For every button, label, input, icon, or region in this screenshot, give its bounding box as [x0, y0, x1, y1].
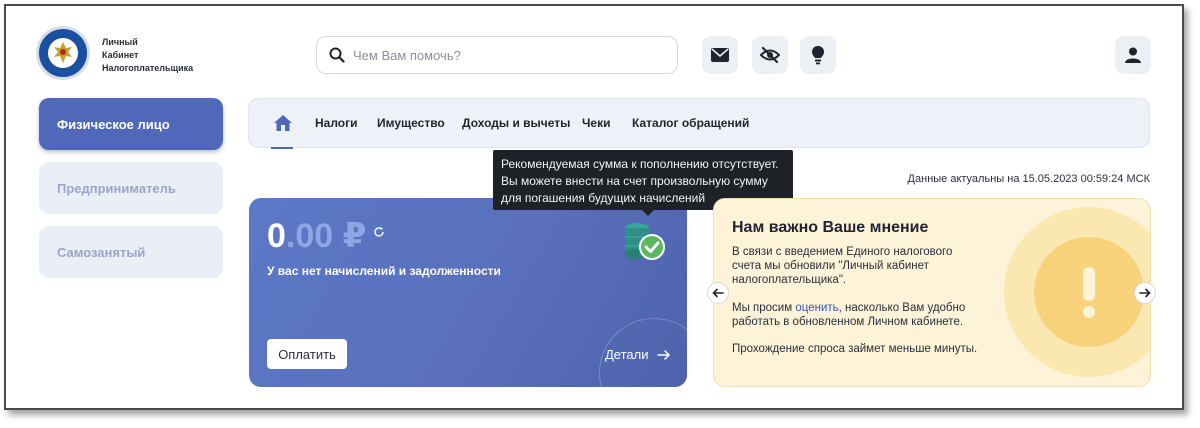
mail-icon — [711, 48, 729, 62]
eye-off-icon — [760, 47, 780, 63]
feedback-paragraph: Мы просим оценить, насколько Вам удобно … — [732, 301, 965, 329]
sidebar-item-entrepreneur[interactable]: Предприниматель — [39, 162, 223, 214]
tab-income-deductions[interactable]: Доходы и вычеты — [462, 116, 570, 130]
tips-button[interactable] — [800, 36, 836, 74]
feedback-text: Мы просим — [732, 302, 796, 314]
feedback-paragraph: Прохождение спроса займет меньше минуты. — [732, 342, 977, 356]
details-label: Детали — [605, 347, 649, 362]
balance-amount-int: 0 — [267, 217, 286, 255]
balance-amount-dec: .00 ₽ — [285, 217, 367, 255]
rate-link[interactable]: оценить — [795, 302, 838, 314]
sidebar-item-label: Предприниматель — [57, 180, 176, 196]
arrow-right-icon — [656, 349, 670, 360]
tooltip-line: Рекомендуемая сумма к пополнению отсутст… — [501, 157, 779, 171]
tab-property[interactable]: Имущество — [377, 116, 445, 130]
carousel-prev-button[interactable] — [707, 282, 729, 304]
messages-button[interactable] — [702, 36, 738, 74]
logo-title[interactable]: Личный Кабинет Налогоплательщика — [102, 36, 193, 75]
feedback-text: , насколько Вам удобно — [838, 302, 966, 314]
logo-line: Кабинет — [102, 50, 139, 60]
logo-line: Личный — [102, 37, 138, 47]
home-icon[interactable] — [273, 113, 293, 133]
feedback-line: Прохождение спроса займет меньше минуты. — [732, 343, 978, 355]
screenshot-frame: Личный Кабинет Налогоплательщика Чем Вам… — [4, 4, 1184, 410]
lightbulb-icon — [812, 46, 824, 65]
tab-receipts[interactable]: Чеки — [582, 116, 611, 130]
tooltip-arrow — [641, 209, 655, 216]
coins-check-icon — [625, 223, 665, 260]
arrow-right-icon — [1139, 288, 1151, 298]
feedback-card: Нам важно Ваше мнение В связи с введение… — [713, 198, 1151, 387]
data-updated-label: Данные актуальны на 15.05.2023 00:59:24 … — [907, 173, 1150, 185]
feedback-line: работать в обновленном Личном кабинете. — [732, 316, 964, 328]
visibility-toggle-button[interactable] — [752, 36, 788, 74]
feedback-line: В связи с введением Единого налогового — [732, 246, 953, 258]
sidebar-item-individual[interactable]: Физическое лицо — [39, 98, 223, 150]
sidebar-item-label: Физическое лицо — [57, 116, 170, 132]
fns-logo-icon[interactable] — [36, 26, 90, 80]
user-icon — [1125, 47, 1141, 63]
search-icon — [329, 47, 345, 63]
search-input[interactable] — [353, 47, 653, 63]
details-link[interactable]: Детали — [605, 347, 671, 362]
sidebar-item-self-employed[interactable]: Самозанятый — [39, 226, 223, 278]
tooltip-line: Вы можете внести на счет произвольную су… — [501, 174, 768, 188]
search-bar[interactable] — [316, 36, 678, 74]
balance-subtitle: У вас нет начислений и задолженности — [267, 264, 501, 278]
tab-taxes[interactable]: Налоги — [315, 116, 358, 130]
exclamation-icon — [1083, 267, 1095, 318]
feedback-title: Нам важно Ваше мнение — [732, 219, 929, 236]
logo-line: Налогоплательщика — [102, 63, 194, 73]
active-tab-indicator — [271, 147, 293, 149]
feedback-line: налогоплательщика". — [732, 274, 847, 286]
pay-button[interactable]: Оплатить — [267, 339, 347, 369]
tab-requests-catalog[interactable]: Каталог обращений — [632, 116, 749, 130]
feedback-line: Мы просим оценить, насколько Вам удобно — [732, 301, 965, 315]
arrow-left-icon — [712, 288, 724, 298]
carousel-next-button[interactable] — [1134, 282, 1156, 304]
sidebar-item-label: Самозанятый — [57, 244, 146, 260]
balance-card: 0.00 ₽ У вас нет начислений и задолженно… — [249, 198, 687, 387]
app-screen: Личный Кабинет Налогоплательщика Чем Вам… — [26, 6, 1162, 398]
feedback-line: счета мы обновили "Личный кабинет — [732, 260, 929, 272]
balance-amount: 0.00 ₽ — [267, 216, 366, 256]
refresh-icon[interactable] — [373, 226, 385, 238]
feedback-paragraph: В связи с введением Единого налогового с… — [732, 245, 952, 287]
profile-button[interactable] — [1115, 36, 1151, 74]
main-nav: Налоги Имущество Доходы и вычеты Чеки Ка… — [248, 98, 1150, 149]
